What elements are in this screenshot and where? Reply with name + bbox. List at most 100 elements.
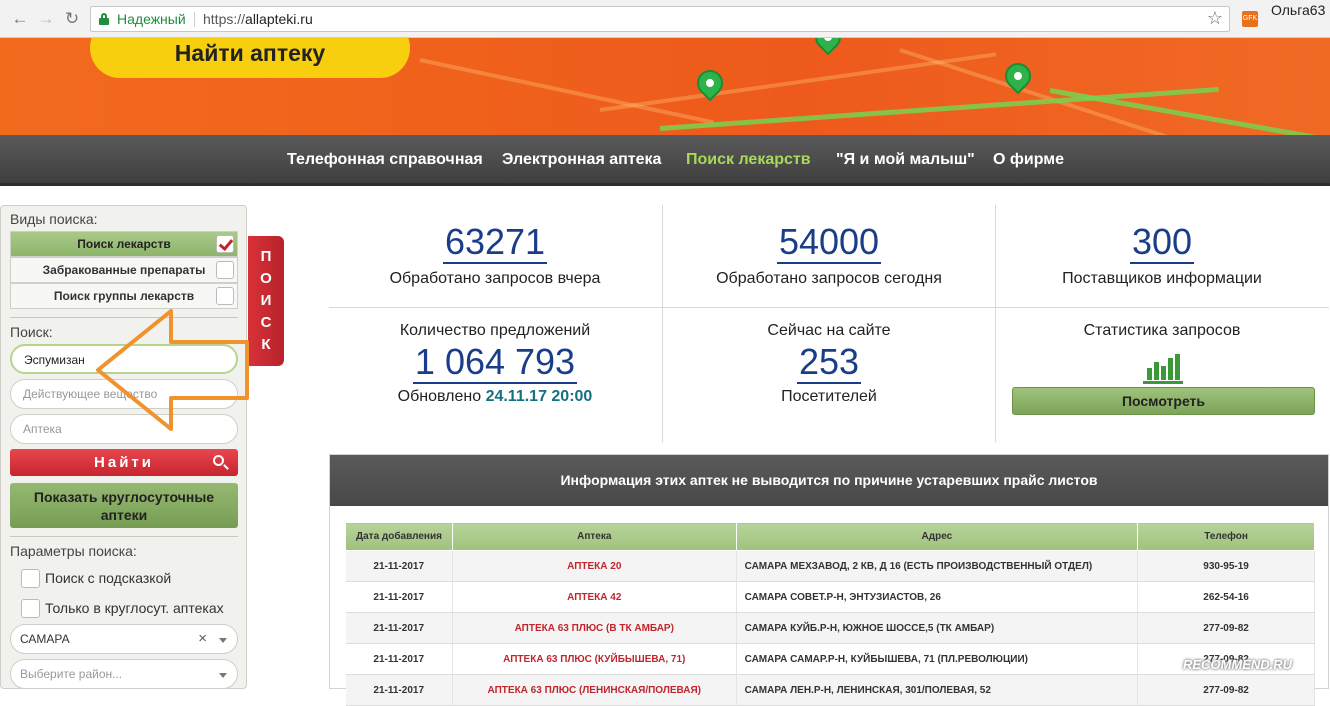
stat-value: 63271: [442, 221, 548, 264]
stat-value: 300: [1129, 221, 1195, 264]
cell-phone: 277-09-82: [1137, 612, 1315, 644]
stat-description: Посетителей: [781, 388, 877, 405]
stat-yesterday: 63271 Обработано запросов вчера: [330, 222, 660, 288]
tab-letter: О: [260, 270, 272, 287]
cell-phone: 262-54-16: [1137, 581, 1315, 613]
cell-address: САМАРА КУЙБ.Р-Н, ЮЖНОЕ ШОССЕ,5 (ТК АМБАР…: [736, 612, 1139, 644]
checkbox[interactable]: [216, 261, 234, 279]
updated-label: Обновлено: [397, 388, 482, 405]
column-header[interactable]: Дата добавления: [345, 522, 453, 551]
button-line: аптеки: [100, 507, 148, 523]
grid-line: [662, 205, 663, 442]
watermark: RECOMMEND.RU: [1183, 657, 1293, 672]
cell-date: 21-11-2017: [345, 581, 453, 613]
search-label: Поиск:: [10, 324, 53, 340]
profile-name[interactable]: Ольга63: [1271, 2, 1325, 18]
hint-checkbox[interactable]: [21, 569, 40, 588]
column-header[interactable]: Аптека: [451, 522, 737, 551]
cell-pharmacy[interactable]: АПТЕКА 63 ПЛЮС (ЛЕНИНСКАЯ/ПОЛЕВАЯ): [452, 674, 737, 706]
column-header[interactable]: Телефон: [1137, 522, 1315, 551]
main-navigation: Телефонная справочная Электронная аптека…: [0, 135, 1330, 186]
divider: [10, 536, 238, 537]
stat-value: 54000: [776, 221, 882, 264]
table-row: 21-11-2017 АПТЕКА 63 ПЛЮС (В ТК АМБАР) С…: [345, 612, 1315, 644]
cell-date: 21-11-2017: [345, 550, 453, 582]
extension-icon[interactable]: GFK: [1242, 11, 1258, 27]
stat-title: Статистика запросов: [1083, 322, 1241, 339]
checkbox[interactable]: [216, 287, 234, 305]
outdated-pharmacies-panel: Информация этих аптек не выводится по пр…: [329, 454, 1329, 706]
chevron-down-icon: [219, 638, 227, 643]
city-value: САМАРА: [20, 632, 70, 646]
bar-chart-icon: [1143, 354, 1183, 384]
stat-value: 253: [796, 341, 862, 384]
table-row: 21-11-2017 АПТЕКА 42 САМАРА СОВЕТ.Р-Н, Э…: [345, 581, 1315, 613]
hint-option-label: Поиск с подсказкой: [45, 570, 172, 586]
cell-phone: 277-09-82: [1137, 674, 1315, 706]
tab-letter: П: [260, 248, 272, 265]
bookmark-star-icon[interactable]: ☆: [1207, 8, 1223, 29]
search-type-drug-group[interactable]: Поиск группы лекарств: [10, 283, 238, 309]
column-header[interactable]: Адрес: [735, 522, 1139, 551]
updated-value: 24.11.17 20:00: [485, 388, 593, 405]
table-row: 21-11-2017 АПТЕКА 20 САМАРА МЕХЗАВОД, 2 …: [345, 550, 1315, 582]
search-type-label: Забракованные препараты: [42, 263, 206, 277]
button-line: Показать круглосуточные: [33, 489, 215, 505]
find-pharmacy-button[interactable]: Найти аптеку: [90, 38, 410, 78]
nav-me-and-baby[interactable]: "Я и мой малыш": [836, 151, 975, 169]
cell-pharmacy[interactable]: АПТЕКА 42: [452, 581, 737, 613]
back-icon[interactable]: ←: [10, 9, 30, 29]
show-24h-pharmacies-button[interactable]: Показать круглосуточные аптеки: [10, 483, 238, 528]
map-pin-icon[interactable]: [999, 57, 1037, 95]
cell-pharmacy[interactable]: АПТЕКА 63 ПЛЮС (КУЙБЫШЕВА, 71): [452, 643, 737, 675]
table-row: 21-11-2017 АПТЕКА 63 ПЛЮС (ЛЕНИНСКАЯ/ПОЛ…: [345, 674, 1315, 706]
stat-value: 1 064 793: [412, 341, 578, 384]
updated-line: Обновлено 24.11.17 20:00: [330, 388, 660, 406]
browser-toolbar: ← → ↻ Надежный https://allapteki.ru ☆ GF…: [0, 0, 1330, 38]
stat-description: Поставщиков информации: [1062, 270, 1262, 287]
cell-pharmacy[interactable]: АПТЕКА 63 ПЛЮС (В ТК АМБАР): [452, 612, 737, 644]
nav-e-pharmacy[interactable]: Электронная аптека: [502, 151, 661, 169]
search-type-label: Поиск группы лекарств: [53, 289, 195, 303]
cell-address: САМАРА МЕХЗАВОД, 2 КВ, Д 16 (ЕСТЬ ПРОИЗВ…: [736, 550, 1139, 582]
reload-icon[interactable]: ↻: [62, 9, 82, 29]
search-type-label: Поиск лекарств: [77, 237, 171, 251]
checkbox-checked[interactable]: [216, 235, 234, 253]
url-scheme: https://: [203, 11, 246, 27]
search-types-label: Виды поиска:: [10, 211, 98, 227]
map-pin-icon[interactable]: [809, 38, 847, 56]
search-params-label: Параметры поиска:: [10, 543, 137, 559]
address-bar[interactable]: Надежный https://allapteki.ru ☆: [90, 6, 1230, 32]
map-banner: Найти аптеку: [0, 38, 1330, 135]
search-sidebar: Виды поиска: Поиск лекарств Забракованны…: [0, 205, 247, 689]
grid-line: [329, 307, 1329, 308]
stat-description: Обработано запросов вчера: [389, 270, 601, 287]
allnight-only-checkbox[interactable]: [21, 599, 40, 618]
url-text[interactable]: https://allapteki.ru: [203, 11, 313, 27]
stat-online: Сейчас на сайте 253 Посетителей: [664, 322, 994, 406]
chevron-down-icon: [219, 673, 227, 678]
cell-date: 21-11-2017: [345, 674, 453, 706]
nav-drug-search[interactable]: Поиск лекарств: [686, 151, 811, 169]
annotation-arrow-icon: [96, 309, 249, 431]
district-select[interactable]: Выберите район...: [10, 659, 238, 689]
cell-pharmacy[interactable]: АПТЕКА 20: [452, 550, 737, 582]
cell-address: САМАРА САМАР.Р-Н, КУЙБЫШЕВА, 71 (ПЛ.РЕВО…: [736, 643, 1139, 675]
view-stats-button[interactable]: Посмотреть: [1012, 387, 1315, 415]
find-button[interactable]: Найти: [10, 449, 238, 476]
search-type-rejected[interactable]: Забракованные препараты: [10, 257, 238, 283]
search-type-drugs[interactable]: Поиск лекарств: [10, 231, 238, 257]
district-placeholder: Выберите район...: [20, 667, 123, 681]
cell-date: 21-11-2017: [345, 612, 453, 644]
url-separator: [194, 12, 195, 27]
clear-icon[interactable]: ×: [198, 625, 207, 653]
forward-icon[interactable]: →: [36, 9, 56, 29]
nav-phone-directory[interactable]: Телефонная справочная: [287, 151, 483, 169]
nav-about[interactable]: О фирме: [993, 151, 1064, 169]
city-select[interactable]: САМАРА ×: [10, 624, 238, 654]
outdated-pharmacies-table: Дата добавления Аптека Адрес Телефон 21-…: [345, 522, 1315, 706]
stat-title: Сейчас на сайте: [767, 322, 891, 339]
find-button-label: Найти: [94, 454, 154, 471]
stat-suppliers: 300 Поставщиков информации: [997, 222, 1327, 288]
secure-label: Надежный: [117, 11, 186, 27]
